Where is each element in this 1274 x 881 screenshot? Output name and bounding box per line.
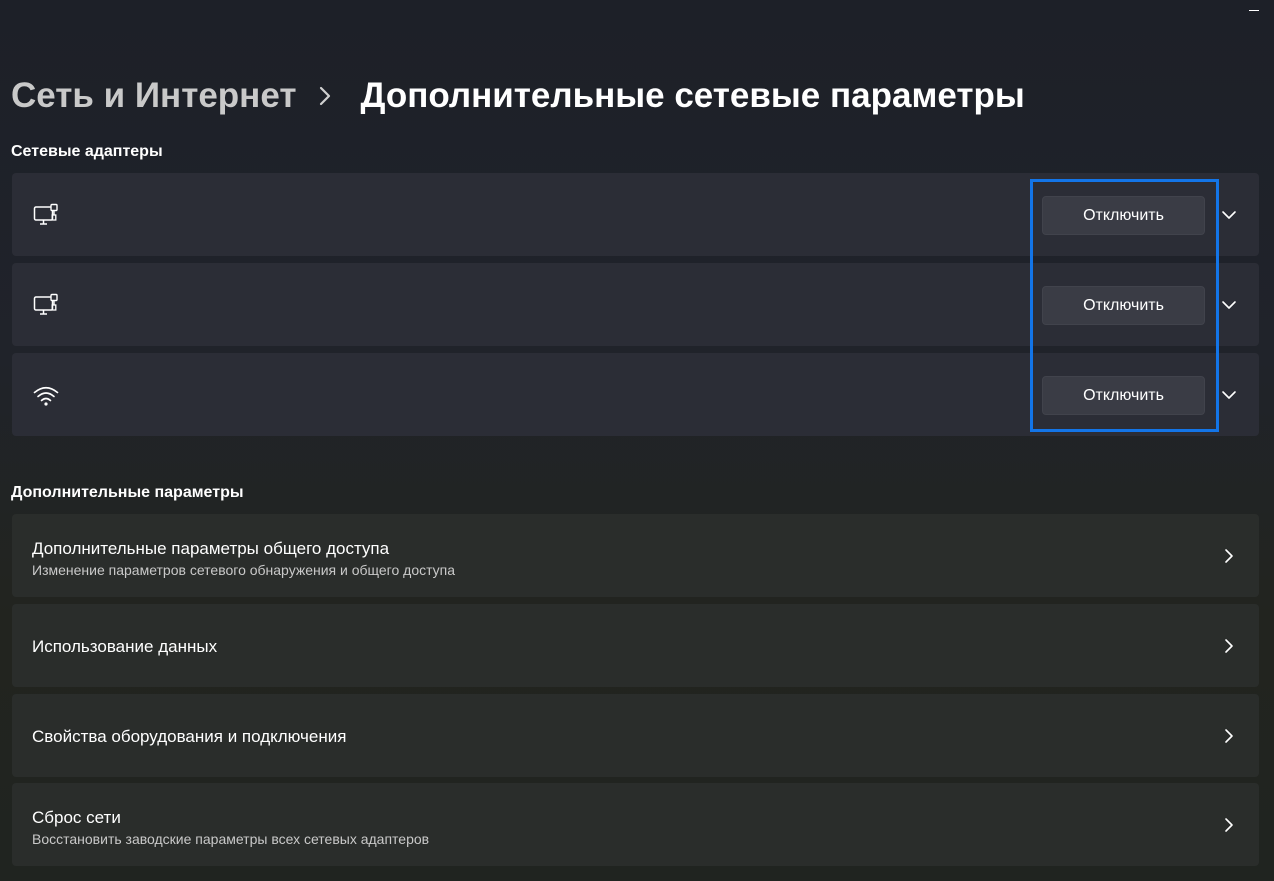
row-title: Использование данных [32,637,218,656]
ethernet-monitor-icon [33,293,59,319]
settings-row-network-reset[interactable]: Сброс сети Восстановить заводские параме… [12,783,1259,866]
disable-adapter-button[interactable]: Отключить [1042,376,1205,415]
row-subtitle: Восстановить заводские параметры всех се… [32,831,430,847]
page-title: Дополнительные сетевые параметры [360,76,1025,115]
breadcrumb-parent-link[interactable]: Сеть и Интернет [11,76,296,116]
chevron-right-icon [1220,816,1238,834]
breadcrumb: Сеть и Интернет Дополнительные сетевые п… [11,72,1025,120]
adapter-card[interactable]: Отключить [12,173,1259,256]
chevron-down-icon[interactable] [1220,296,1238,314]
row-title: Свойства оборудования и подключения [32,727,347,746]
section-title-more-settings: Дополнительные параметры [11,484,244,501]
chevron-right-icon [1220,727,1238,745]
section-title-adapters: Сетевые адаптеры [11,143,163,160]
row-title: Сброс сети [32,808,121,827]
ethernet-monitor-icon [33,203,59,229]
settings-row-data-usage[interactable]: Использование данных [12,604,1259,687]
disable-adapter-button[interactable]: Отключить [1042,286,1205,325]
chevron-down-icon[interactable] [1220,386,1238,404]
chevron-right-icon [1220,637,1238,655]
row-title: Дополнительные параметры общего доступа [32,539,390,558]
minimize-icon [1249,9,1259,11]
row-subtitle: Изменение параметров сетевого обнаружени… [32,562,456,578]
chevron-right-icon [1220,547,1238,565]
chevron-right-icon [318,85,338,107]
settings-row-hardware-properties[interactable]: Свойства оборудования и подключения [12,694,1259,777]
adapter-card[interactable]: Отключить [12,353,1259,436]
minimize-button[interactable] [1234,0,1274,32]
chevron-down-icon[interactable] [1220,206,1238,224]
settings-row-advanced-sharing[interactable]: Дополнительные параметры общего доступа … [12,514,1259,597]
disable-adapter-button[interactable]: Отключить [1042,196,1205,235]
adapter-card[interactable]: Отключить [12,263,1259,346]
wifi-icon [33,383,59,409]
